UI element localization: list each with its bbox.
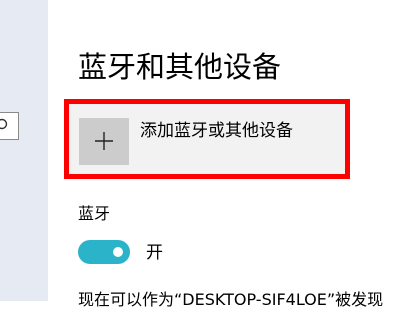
add-device-label: 添加蓝牙或其他设备 xyxy=(140,121,293,141)
bluetooth-toggle-state: 开 xyxy=(146,243,163,263)
toggle-knob xyxy=(113,247,123,257)
plus-tile xyxy=(79,118,129,165)
sidebar xyxy=(0,0,48,301)
search-box[interactable] xyxy=(0,112,19,140)
discoverable-text: 现在可以作为“DESKTOP-SIF4LOE”被发现 xyxy=(78,290,384,309)
bluetooth-heading: 蓝牙 xyxy=(78,204,111,223)
plus-icon xyxy=(95,132,113,150)
search-icon[interactable] xyxy=(0,118,9,134)
add-device-button[interactable]: 添加蓝牙或其他设备 xyxy=(64,99,350,179)
bluetooth-toggle[interactable] xyxy=(78,240,130,264)
main-content: 蓝牙和其他设备 添加蓝牙或其他设备 蓝牙 开 现在可以作为“DESKTOP-SI… xyxy=(48,0,399,309)
page-title: 蓝牙和其他设备 xyxy=(78,50,282,84)
